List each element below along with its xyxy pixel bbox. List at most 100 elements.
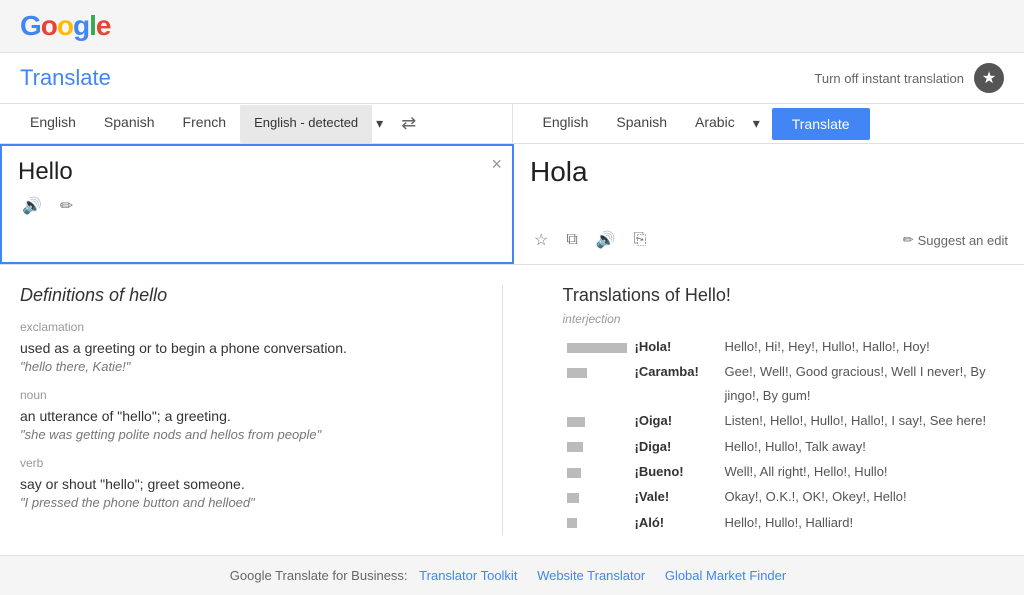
def-example-2: "I pressed the phone button and helloed" (20, 495, 462, 510)
translator-toolkit-link[interactable]: Translator Toolkit (419, 568, 517, 583)
frequency-bar (567, 368, 587, 378)
def-text-0: used as a greeting or to begin a phone c… (20, 340, 462, 356)
trans-bar-cell (563, 510, 631, 535)
source-language-tabs: English Spanish French English - detecte… (0, 104, 513, 143)
frequency-bar (567, 493, 579, 503)
trans-synonyms: Okay!, O.K.!, OK!, Okey!, Hello! (721, 484, 1005, 509)
logo-letter-o2: o (57, 10, 73, 41)
title-actions: Turn off instant translation ★ (814, 63, 1004, 93)
pos-noun: noun (20, 388, 462, 402)
trans-bar-cell (563, 334, 631, 359)
language-tabs-row: English Spanish French English - detecte… (0, 104, 1024, 144)
translations-panel: Translations of Hello! interjection ¡Hol… (543, 285, 1005, 535)
definition-entry-2: verb say or shout "hello"; greet someone… (20, 456, 462, 510)
logo-letter-l: l (89, 10, 96, 41)
footer: Google Translate for Business: Translato… (0, 555, 1024, 595)
trans-word: ¡Caramba! (631, 359, 721, 408)
frequency-bar (567, 417, 585, 427)
header: Google (0, 0, 1024, 53)
source-speaker-icon[interactable]: 🔊 (18, 194, 46, 218)
swap-languages-button[interactable]: ⇄ (387, 105, 430, 142)
definitions-section: Definitions of hello exclamation used as… (0, 265, 1024, 555)
trans-synonyms: Hello!, Hi!, Hey!, Hullo!, Hallo!, Hoy! (721, 334, 1005, 359)
translation-row: ¡Oiga! Listen!, Hello!, Hullo!, Hallo!, … (563, 408, 1005, 433)
translations-pos: interjection (563, 312, 1005, 326)
star-button[interactable]: ★ (974, 63, 1004, 93)
trans-synonyms: Listen!, Hello!, Hullo!, Hallo!, I say!,… (721, 408, 1005, 433)
trans-bar-cell (563, 359, 631, 408)
turn-off-instant-button[interactable]: Turn off instant translation (814, 71, 964, 86)
translation-row: ¡Aló! Hello!, Hullo!, Halliard! (563, 510, 1005, 535)
target-copy-icon[interactable]: ⧉ (562, 229, 581, 251)
pos-exclamation: exclamation (20, 320, 462, 334)
translated-text: Hola (530, 156, 1008, 188)
trans-bar-cell (563, 408, 631, 433)
frequency-bar (567, 468, 581, 478)
suggest-edit-label: Suggest an edit (918, 233, 1008, 248)
logo-letter-g2: g (73, 10, 89, 41)
target-language-tabs: English Spanish Arabic ▾ Translate (513, 104, 1024, 143)
trans-word: ¡Hola! (631, 334, 721, 359)
definitions-title-text: Definitions of (20, 285, 124, 305)
trans-bar-cell (563, 484, 631, 509)
translations-table: ¡Hola! Hello!, Hi!, Hey!, Hullo!, Hallo!… (563, 334, 1005, 535)
def-text-2: say or shout "hello"; greet someone. (20, 476, 462, 492)
source-lang-french[interactable]: French (169, 104, 241, 143)
definitions-word: hello (129, 285, 167, 305)
pencil-icon: ✏ (903, 232, 914, 248)
translate-button[interactable]: Translate (772, 108, 870, 140)
input-actions: 🔊 ✏ (18, 194, 496, 218)
target-lang-dropdown[interactable]: ▾ (749, 107, 764, 140)
translation-row: ¡Hola! Hello!, Hi!, Hey!, Hullo!, Hallo!… (563, 334, 1005, 359)
target-speaker-icon[interactable]: 🔊 (592, 228, 620, 252)
logo-letter-g: G (20, 10, 41, 41)
trans-word: ¡Vale! (631, 484, 721, 509)
def-example-1: "she was getting polite nods and hellos … (20, 427, 462, 442)
source-text-area: × Hello 🔊 ✏ (0, 144, 514, 264)
output-actions: ☆ ⧉ 🔊 ⎘ ✏ Suggest an edit (530, 228, 1008, 252)
trans-synonyms: Well!, All right!, Hello!, Hullo! (721, 459, 1005, 484)
translation-row: ¡Vale! Okay!, O.K.!, OK!, Okey!, Hello! (563, 484, 1005, 509)
target-star-icon[interactable]: ☆ (530, 228, 552, 252)
source-pencil-icon[interactable]: ✏ (56, 194, 77, 218)
translation-row: ¡Diga! Hello!, Hullo!, Talk away! (563, 434, 1005, 459)
source-text-input[interactable]: Hello (18, 158, 496, 186)
trans-synonyms: Hello!, Hullo!, Halliard! (721, 510, 1005, 535)
source-lang-spanish[interactable]: Spanish (90, 104, 169, 143)
def-text-1: an utterance of "hello"; a greeting. (20, 408, 462, 424)
suggest-edit-button[interactable]: ✏ Suggest an edit (903, 232, 1008, 248)
global-market-finder-link[interactable]: Global Market Finder (665, 568, 786, 583)
title-bar: Translate Turn off instant translation ★ (0, 53, 1024, 104)
trans-word: ¡Oiga! (631, 408, 721, 433)
source-lang-dropdown[interactable]: ▾ (372, 107, 387, 140)
definition-entry-1: noun an utterance of "hello"; a greeting… (20, 388, 462, 442)
website-translator-link[interactable]: Website Translator (537, 568, 645, 583)
frequency-bar (567, 343, 627, 353)
target-lang-arabic[interactable]: Arabic (681, 104, 749, 143)
footer-business-text: Google Translate for Business: (230, 568, 408, 583)
translations-title: Translations of Hello! (563, 285, 1005, 306)
target-text-area: Hola ☆ ⧉ 🔊 ⎘ ✏ Suggest an edit (514, 144, 1024, 264)
page-title: Translate (20, 65, 111, 91)
clear-input-button[interactable]: × (491, 154, 502, 175)
source-lang-english[interactable]: English (16, 104, 90, 143)
main-content: English Spanish French English - detecte… (0, 104, 1024, 265)
translation-row: ¡Bueno! Well!, All right!, Hello!, Hullo… (563, 459, 1005, 484)
translation-row: ¡Caramba! Gee!, Well!, Good gracious!, W… (563, 359, 1005, 408)
logo-letter-o1: o (41, 10, 57, 41)
target-lang-english[interactable]: English (529, 104, 603, 143)
target-lang-spanish[interactable]: Spanish (602, 104, 681, 143)
definitions-title: Definitions of hello (20, 285, 462, 306)
pos-verb: verb (20, 456, 462, 470)
text-areas-row: × Hello 🔊 ✏ Hola ☆ ⧉ 🔊 ⎘ ✏ Suggest an ed… (0, 144, 1024, 264)
trans-word: ¡Bueno! (631, 459, 721, 484)
def-example-0: "hello there, Katie!" (20, 359, 462, 374)
trans-synonyms: Hello!, Hullo!, Talk away! (721, 434, 1005, 459)
definitions-panel: Definitions of hello exclamation used as… (20, 285, 503, 535)
trans-synonyms: Gee!, Well!, Good gracious!, Well I neve… (721, 359, 1005, 408)
target-share-icon[interactable]: ⎘ (630, 229, 651, 251)
definition-entry-0: exclamation used as a greeting or to beg… (20, 320, 462, 374)
trans-bar-cell (563, 459, 631, 484)
source-lang-detected[interactable]: English - detected (240, 105, 372, 143)
trans-word: ¡Diga! (631, 434, 721, 459)
